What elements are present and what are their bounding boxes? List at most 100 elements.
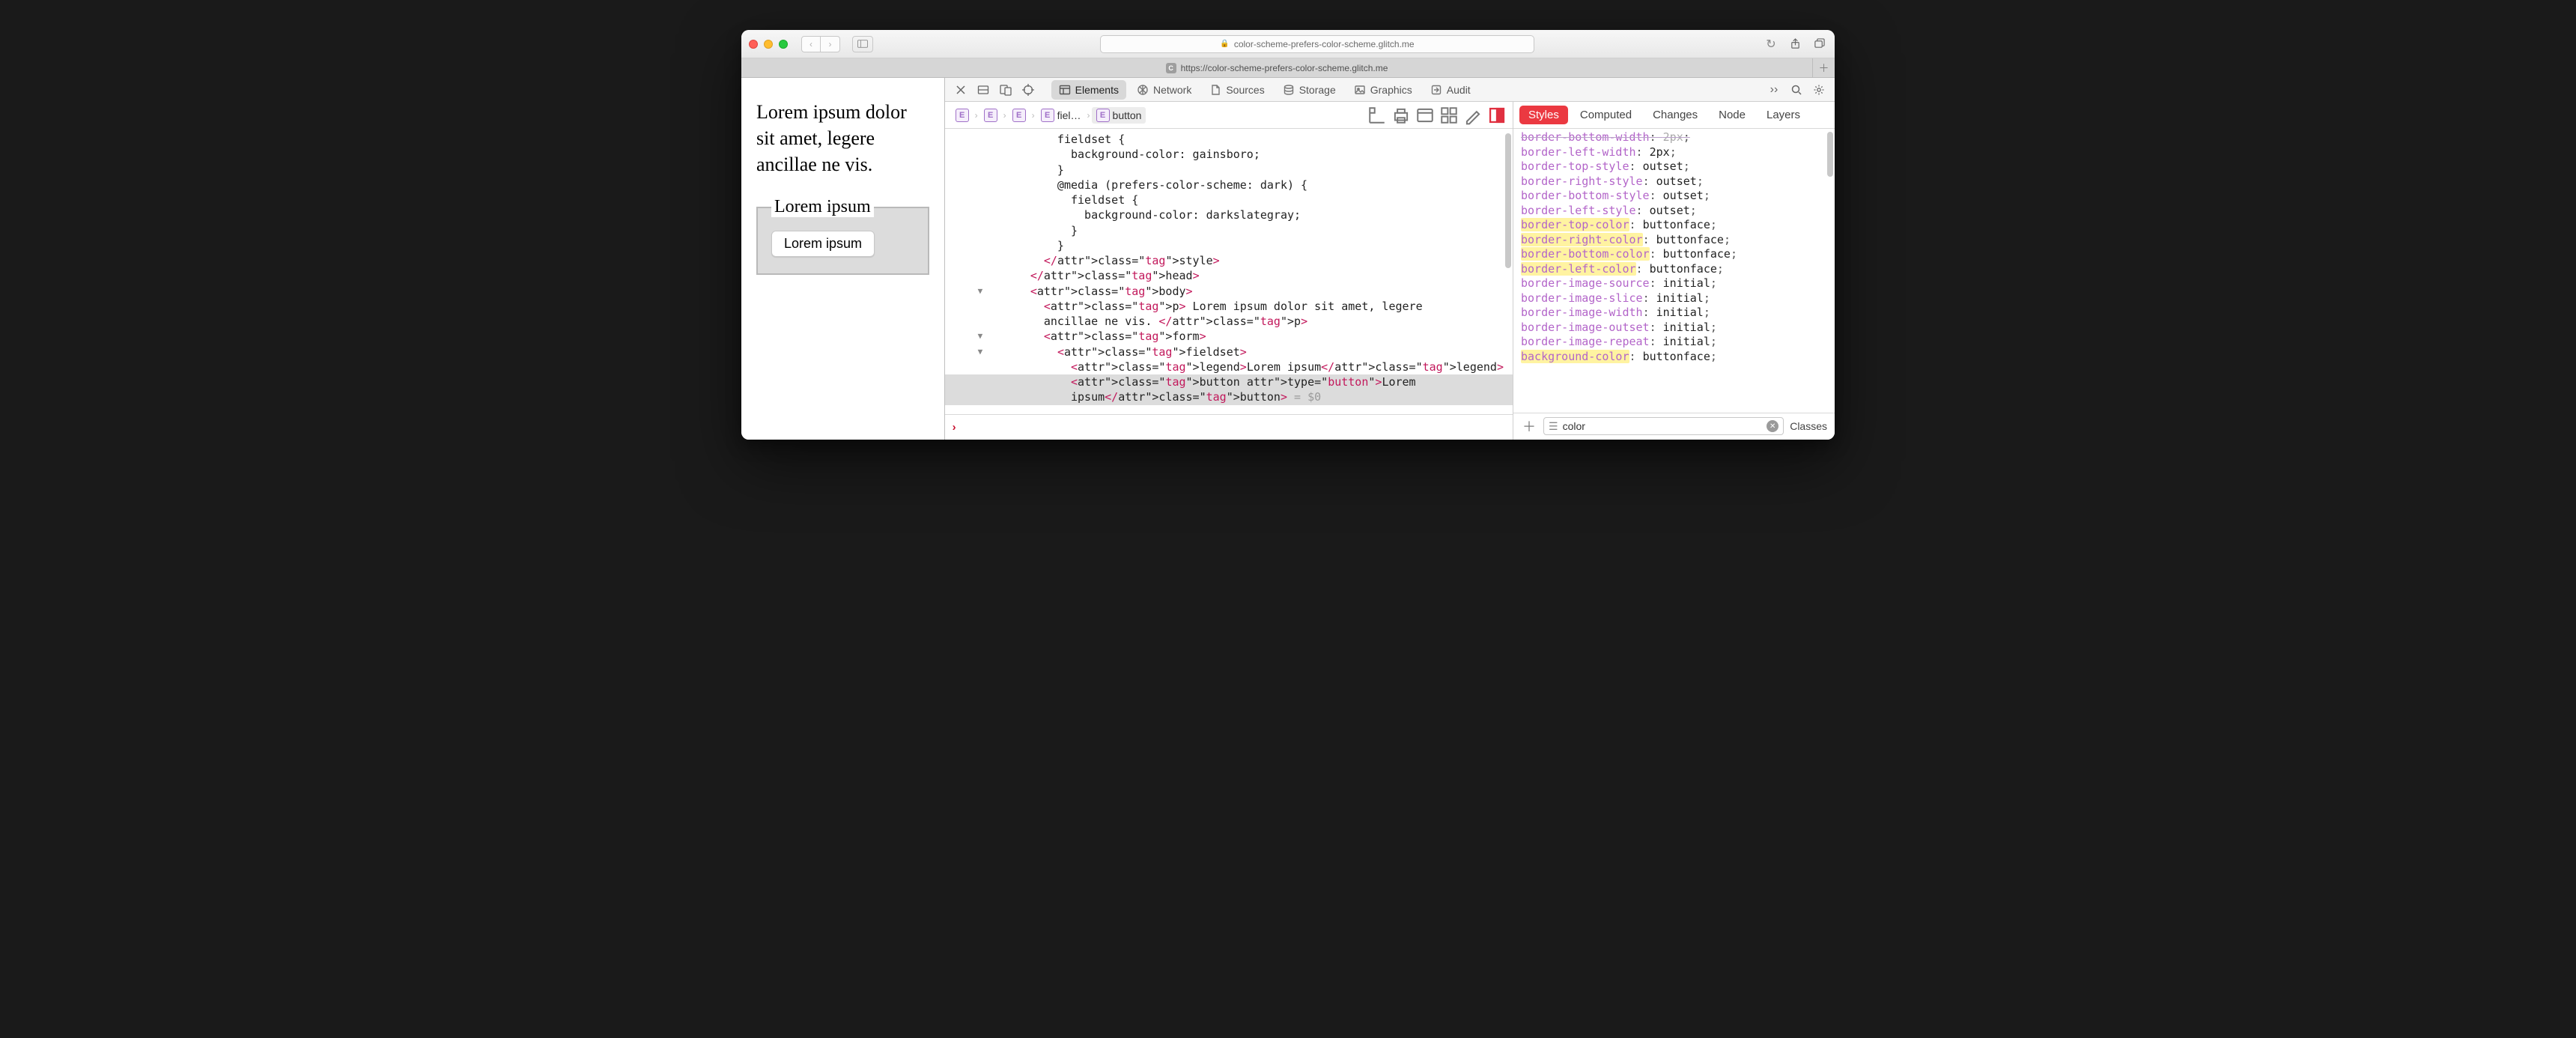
styles-filter-input[interactable]: ☰ color ✕: [1543, 417, 1784, 435]
style-rule[interactable]: border-right-color: buttonface;: [1521, 233, 1827, 248]
breadcrumb: E › E › E › Efiel… › Ebutton: [945, 102, 1513, 129]
dom-line[interactable]: ipsum</attr">class="tag">button> = $0: [945, 389, 1513, 404]
titlebar-right: [1787, 36, 1827, 52]
titlebar: ‹ › 🔒 color-scheme-prefers-color-scheme.…: [741, 30, 1835, 58]
page-form: Lorem ipsum Lorem ipsum: [756, 197, 929, 275]
tab-elements[interactable]: Elements: [1051, 80, 1126, 100]
style-rule[interactable]: border-left-style: outset;: [1521, 204, 1827, 219]
dom-line[interactable]: <attr">class="tag">body>: [945, 284, 1513, 299]
console-prompt[interactable]: ›: [945, 414, 1513, 440]
style-rule[interactable]: border-bottom-color: buttonface;: [1521, 247, 1827, 262]
tab-sources[interactable]: Sources: [1202, 80, 1272, 100]
style-rule[interactable]: border-top-style: outset;: [1521, 160, 1827, 174]
page-viewport: Lorem ipsum dolor sit amet, legere ancil…: [741, 78, 944, 440]
tab-sources-label: Sources: [1226, 84, 1264, 96]
content-area: Lorem ipsum dolor sit amet, legere ancil…: [741, 78, 1835, 440]
style-rule[interactable]: background-color: buttonface;: [1521, 350, 1827, 365]
lock-icon: 🔒: [1220, 40, 1229, 48]
crumb-body-parent[interactable]: E: [979, 107, 1002, 124]
style-rule[interactable]: border-image-width: initial;: [1521, 306, 1827, 321]
dom-line[interactable]: <attr">class="tag">legend>Lorem ipsum</a…: [945, 359, 1513, 374]
close-window[interactable]: [749, 40, 758, 49]
element-picker-icon[interactable]: [1018, 81, 1038, 99]
style-rule[interactable]: border-bottom-style: outset;: [1521, 189, 1827, 204]
style-rule[interactable]: border-image-source: initial;: [1521, 276, 1827, 291]
layout-tool-icon[interactable]: [1367, 106, 1387, 124]
tab-network[interactable]: Network: [1129, 80, 1199, 100]
crumb-button[interactable]: Ebutton: [1092, 107, 1146, 124]
dom-line[interactable]: }: [945, 163, 1513, 177]
dom-line[interactable]: <attr">class="tag">button attr">type="bu…: [945, 374, 1513, 389]
tab-audit-label: Audit: [1447, 84, 1471, 96]
maximize-window[interactable]: [779, 40, 788, 49]
styles-list[interactable]: border-bottom-width: 2px;border-left-wid…: [1513, 129, 1835, 413]
styles-tabs: Styles Computed Changes Node Layers: [1513, 102, 1835, 129]
dom-line[interactable]: fieldset {: [945, 132, 1513, 147]
dom-line[interactable]: <attr">class="tag">p> Lorem ipsum dolor …: [945, 299, 1513, 314]
style-rule[interactable]: border-left-color: buttonface;: [1521, 262, 1827, 277]
styles-tab-changes[interactable]: Changes: [1644, 106, 1707, 124]
style-rule[interactable]: border-image-outset: initial;: [1521, 321, 1827, 336]
dom-line[interactable]: background-color: darkslategray;: [945, 207, 1513, 222]
dom-line[interactable]: }: [945, 223, 1513, 238]
back-button[interactable]: ‹: [801, 36, 821, 52]
dom-line[interactable]: background-color: gainsboro;: [945, 147, 1513, 162]
style-rule[interactable]: border-top-color: buttonface;: [1521, 218, 1827, 233]
tab-storage[interactable]: Storage: [1275, 80, 1343, 100]
force-state-icon[interactable]: [1415, 106, 1435, 124]
reload-button[interactable]: ↻: [1761, 36, 1781, 52]
forward-button[interactable]: ›: [821, 36, 840, 52]
styles-tab-computed[interactable]: Computed: [1571, 106, 1641, 124]
dom-tree[interactable]: fieldset { background-color: gainsboro; …: [945, 129, 1513, 414]
styles-tab-layers[interactable]: Layers: [1758, 106, 1809, 124]
dom-line[interactable]: @media (prefers-color-scheme: dark) {: [945, 177, 1513, 192]
clear-filter-icon[interactable]: ✕: [1767, 420, 1778, 432]
dom-line[interactable]: <attr">class="tag">fieldset>: [945, 345, 1513, 359]
share-icon[interactable]: [1787, 36, 1803, 52]
compositing-icon[interactable]: [1487, 106, 1507, 124]
styles-pane: Styles Computed Changes Node Layers bord…: [1513, 102, 1835, 440]
browser-tab[interactable]: C https://color-scheme-prefers-color-sch…: [741, 58, 1812, 77]
dom-line[interactable]: }: [945, 238, 1513, 253]
style-rule[interactable]: border-left-width: 2px;: [1521, 145, 1827, 160]
devtools-body: E › E › E › Efiel… › Ebutton: [945, 102, 1835, 440]
dom-line[interactable]: ancillae ne vis. </attr">class="tag">p>: [945, 314, 1513, 329]
new-rule-button[interactable]: ＋: [1521, 418, 1537, 434]
crumb-fieldset[interactable]: Efiel…: [1036, 107, 1086, 124]
sidebar-toggle[interactable]: [852, 36, 873, 52]
scrollbar[interactable]: [1827, 132, 1833, 177]
dom-line[interactable]: </attr">class="tag">style>: [945, 253, 1513, 268]
dom-line[interactable]: <attr">class="tag">form>: [945, 329, 1513, 344]
search-icon[interactable]: [1787, 81, 1806, 99]
paint-icon[interactable]: [1463, 106, 1483, 124]
styles-tab-node[interactable]: Node: [1710, 106, 1755, 124]
settings-gear-icon[interactable]: [1809, 81, 1829, 99]
tabs-overview-icon[interactable]: [1811, 36, 1827, 52]
url-field[interactable]: 🔒 color-scheme-prefers-color-scheme.glit…: [1100, 35, 1534, 53]
overflow-tabs-icon[interactable]: ››: [1764, 81, 1784, 99]
grid-overlay-icon[interactable]: [1439, 106, 1459, 124]
minimize-window[interactable]: [764, 40, 773, 49]
tab-graphics[interactable]: Graphics: [1346, 80, 1420, 100]
scrollbar[interactable]: [1505, 133, 1511, 268]
devtools-tabbar: Elements Network Sources Storage Graphic…: [945, 78, 1835, 102]
tab-audit[interactable]: Audit: [1423, 80, 1478, 100]
style-rule[interactable]: border-image-repeat: initial;: [1521, 335, 1827, 350]
styles-filter-row: ＋ ☰ color ✕ Classes: [1513, 413, 1835, 440]
dom-toolbar: [1367, 106, 1507, 124]
close-devtools-icon[interactable]: [951, 81, 970, 99]
new-tab-button[interactable]: ＋: [1812, 58, 1835, 77]
styles-tab-styles[interactable]: Styles: [1519, 106, 1568, 124]
style-rule[interactable]: border-right-style: outset;: [1521, 174, 1827, 189]
crumb-html[interactable]: E: [951, 107, 973, 124]
dom-line[interactable]: fieldset {: [945, 192, 1513, 207]
print-styles-icon[interactable]: [1391, 106, 1411, 124]
crumb-form[interactable]: E: [1008, 107, 1030, 124]
dock-side-icon[interactable]: [973, 81, 993, 99]
classes-toggle[interactable]: Classes: [1790, 420, 1827, 432]
dom-line[interactable]: </attr">class="tag">head>: [945, 268, 1513, 283]
style-rule[interactable]: border-image-slice: initial;: [1521, 291, 1827, 306]
responsive-icon[interactable]: [996, 81, 1015, 99]
style-rule[interactable]: border-bottom-width: 2px;: [1521, 130, 1827, 145]
page-button[interactable]: Lorem ipsum: [771, 231, 875, 257]
